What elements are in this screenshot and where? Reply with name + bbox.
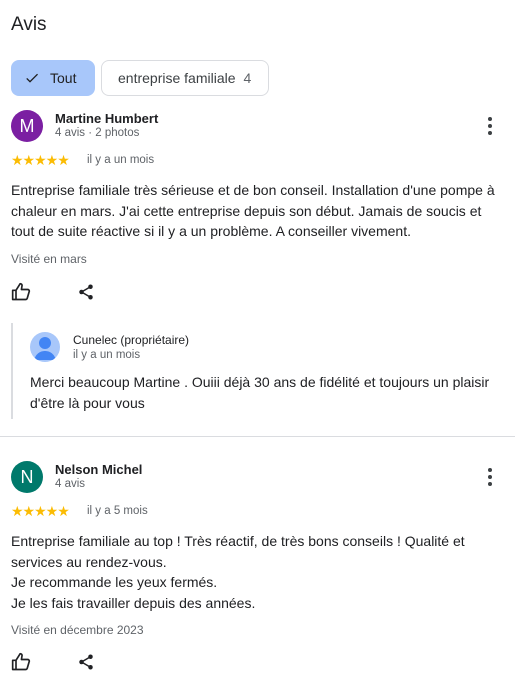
- review-date: il y a un mois: [87, 154, 155, 166]
- reviewer-meta: 4 avis: [55, 478, 86, 490]
- check-icon: [26, 73, 38, 83]
- review-divider: [0, 436, 515, 437]
- reply-text: Merci beaucoup Martine . Ouiii déjà 30 a…: [30, 374, 490, 411]
- reply-divider: [11, 323, 13, 419]
- thumb-up-icon: [11, 282, 31, 301]
- more-vert-icon: [488, 117, 492, 135]
- reviewer-name[interactable]: Nelson Michel: [55, 462, 142, 477]
- filter-chip-entreprise-familiale[interactable]: entreprise familiale 4: [101, 60, 269, 96]
- filter-chip-all-label: Tout: [50, 70, 77, 86]
- visit-date: Visité en mars: [11, 252, 87, 266]
- reviewer-meta: 4 avis · 2 photos: [55, 127, 140, 139]
- reply-date: il y a un mois: [73, 349, 141, 361]
- star-rating: ★★★★★: [11, 152, 70, 168]
- visit-date: Visité en décembre 2023: [11, 623, 144, 637]
- avatar[interactable]: N: [11, 461, 43, 493]
- share-button[interactable]: [75, 651, 97, 673]
- filter-chip-all[interactable]: Tout: [11, 60, 95, 96]
- page-title: Avis: [11, 14, 47, 35]
- review-text: Entreprise familiale au top ! Très réact…: [11, 533, 465, 611]
- review-text: Entreprise familiale très sérieuse et de…: [11, 182, 495, 239]
- person-icon: [34, 337, 56, 360]
- share-icon: [79, 654, 93, 670]
- share-icon: [79, 284, 93, 300]
- like-button[interactable]: [10, 651, 32, 673]
- more-vert-icon: [488, 468, 492, 486]
- owner-name: Cunelec (propriétaire): [73, 333, 190, 347]
- more-options-button[interactable]: [480, 116, 500, 140]
- star-rating: ★★★★★: [11, 503, 70, 519]
- like-button[interactable]: [10, 281, 32, 303]
- owner-avatar: [30, 332, 60, 362]
- filter-chip-label: entreprise familiale: [118, 70, 236, 86]
- avatar[interactable]: M: [11, 110, 43, 142]
- more-options-button[interactable]: [480, 467, 500, 491]
- thumb-up-icon: [11, 652, 31, 671]
- reviewer-name[interactable]: Martine Humbert: [55, 111, 158, 126]
- filter-chip-count: 4: [243, 70, 252, 86]
- share-button[interactable]: [75, 281, 97, 303]
- review-date: il y a 5 mois: [87, 505, 148, 517]
